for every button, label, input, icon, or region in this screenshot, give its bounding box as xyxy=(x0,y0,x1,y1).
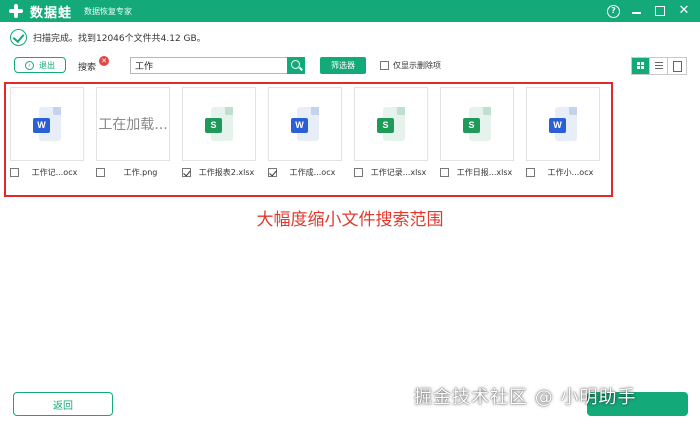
file-type-badge: S xyxy=(463,118,480,133)
back-button[interactable]: 返回 xyxy=(13,392,113,416)
clear-search-icon[interactable]: ✕ xyxy=(99,56,109,66)
file-name: 工作小...ocx xyxy=(547,168,594,177)
file-thumbnail[interactable]: S xyxy=(182,87,256,161)
file-label-row: 工作成...ocx xyxy=(268,167,342,178)
watermark-text: 掘金技术社区 @ 小明助手 xyxy=(414,387,637,408)
file-card[interactable]: S 工作日报...xlsx xyxy=(440,87,514,178)
file-card[interactable]: W 工作成...ocx xyxy=(268,87,342,178)
word-doc-icon: W xyxy=(291,107,319,141)
window-controls: ? ✕ xyxy=(607,3,692,19)
file-name: 工作日报...xlsx xyxy=(456,168,513,177)
file-card[interactable]: S 工作报表2.xlsx xyxy=(182,87,256,178)
maximize-icon[interactable] xyxy=(652,3,668,19)
file-thumbnail[interactable]: 工在加载... xyxy=(96,87,170,161)
exit-button[interactable]: ‹ 退出 xyxy=(14,57,66,73)
close-icon[interactable]: ✕ xyxy=(676,3,692,19)
file-thumbnail[interactable]: W xyxy=(10,87,84,161)
scan-status: 扫描完成。找到12046个文件共4.12 GB。 xyxy=(10,27,206,47)
app-logo: 数据蛙 xyxy=(8,2,72,21)
detail-view-icon[interactable] xyxy=(668,58,686,74)
title-bar: 数据蛙 数据恢复专家 ? ✕ xyxy=(0,0,700,22)
file-card[interactable]: S 工作记录...xlsx xyxy=(354,87,428,178)
file-select-checkbox[interactable] xyxy=(96,168,105,177)
file-card[interactable]: W 工作记...ocx xyxy=(10,87,84,178)
search-button[interactable] xyxy=(287,57,305,74)
view-mode-toggle xyxy=(631,57,687,75)
file-card[interactable]: 工在加载... 工作.png xyxy=(96,87,170,178)
excel-sheet-icon: S xyxy=(205,107,233,141)
file-select-checkbox[interactable] xyxy=(440,168,449,177)
file-select-checkbox[interactable] xyxy=(354,168,363,177)
file-thumbnail[interactable]: W xyxy=(268,87,342,161)
file-type-badge: S xyxy=(205,118,222,133)
word-doc-icon: W xyxy=(33,107,61,141)
file-label-row: 工作记录...xlsx xyxy=(354,167,428,178)
minimize-icon[interactable] xyxy=(628,3,644,19)
list-view-icon[interactable] xyxy=(650,58,668,74)
check-circle-icon xyxy=(10,28,27,46)
deleted-only-checkbox[interactable] xyxy=(380,61,389,70)
file-name: 工作报表2.xlsx xyxy=(198,168,255,177)
file-name: 工作成...ocx xyxy=(289,168,336,177)
word-doc-icon: W xyxy=(549,107,577,141)
file-label-row: 工作小...ocx xyxy=(526,167,600,178)
file-select-checkbox[interactable] xyxy=(182,168,191,177)
file-name: 工作记录...xlsx xyxy=(370,168,427,177)
back-arrow-icon: ‹ xyxy=(25,60,34,70)
scan-status-text: 扫描完成。找到12046个文件共4.12 GB。 xyxy=(33,33,206,44)
file-type-badge: W xyxy=(33,118,50,133)
exit-button-label: 退出 xyxy=(39,60,55,70)
file-label-row: 工作日报...xlsx xyxy=(440,167,514,178)
filter-button[interactable]: 筛选器 xyxy=(320,57,366,74)
caption-text: 大幅度缩小文件搜索范围 xyxy=(256,210,444,230)
deleted-only-toggle[interactable]: 仅显示删除项 xyxy=(380,60,441,71)
file-select-checkbox[interactable] xyxy=(268,168,277,177)
file-name: 工作.png xyxy=(123,168,158,177)
loading-text: 工在加载... xyxy=(98,117,168,133)
file-type-badge: W xyxy=(291,118,308,133)
app-subtitle: 数据恢复专家 xyxy=(84,6,133,16)
help-icon[interactable]: ? xyxy=(607,4,620,18)
file-thumbnail[interactable]: S xyxy=(354,87,428,161)
file-label-row: 工作记...ocx xyxy=(10,167,84,178)
plus-logo-icon xyxy=(8,3,24,19)
file-type-badge: W xyxy=(549,118,566,133)
search-label: 搜索 xyxy=(78,63,97,73)
file-select-checkbox[interactable] xyxy=(10,168,19,177)
file-label-row: 工作报表2.xlsx xyxy=(182,167,256,178)
file-name: 工作记...ocx xyxy=(31,168,78,177)
file-type-badge: S xyxy=(377,118,394,133)
file-label-row: 工作.png xyxy=(96,167,170,178)
file-select-checkbox[interactable] xyxy=(526,168,535,177)
app-name: 数据蛙 xyxy=(30,5,73,21)
deleted-only-label: 仅显示删除项 xyxy=(393,61,441,70)
excel-sheet-icon: S xyxy=(463,107,491,141)
file-thumbnail[interactable]: S xyxy=(440,87,514,161)
file-card[interactable]: W 工作小...ocx xyxy=(526,87,600,178)
file-thumbnail[interactable]: W xyxy=(526,87,600,161)
grid-view-icon[interactable] xyxy=(632,58,650,74)
search-input[interactable] xyxy=(130,57,288,74)
excel-sheet-icon: S xyxy=(377,107,405,141)
